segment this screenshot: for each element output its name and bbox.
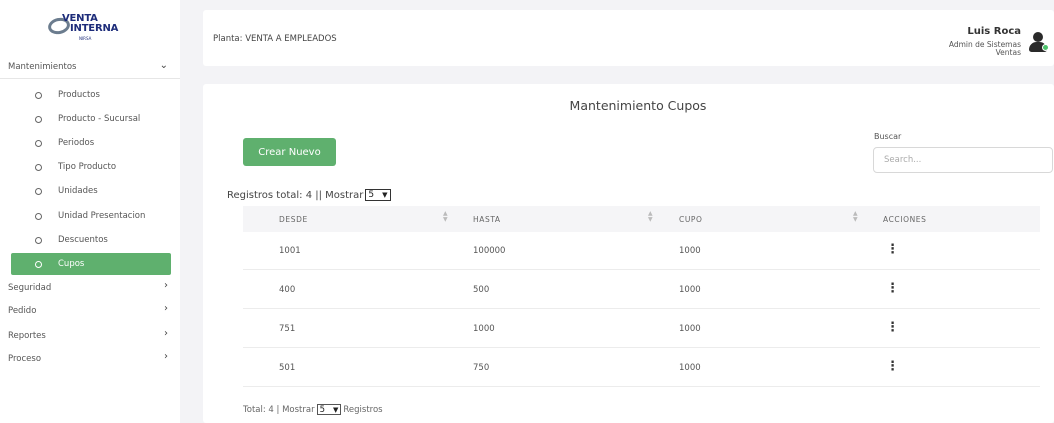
footer-total-text: Total: 4 | Mostrar	[243, 404, 315, 415]
footer-page-size-value: 5	[319, 404, 326, 415]
column-header-cupo[interactable]: CUPO	[679, 215, 703, 224]
sidebar-section-label: Reportes	[8, 331, 46, 341]
cell-cupo: 1000	[679, 363, 701, 373]
main-card: Mantenimiento Cupos Crear Nuevo Buscar R…	[203, 84, 1054, 423]
table-header: DESDE ▲ ▼ HASTA ▲ ▼ CUPO ▲ ▼ ACCIONES	[243, 206, 1040, 232]
app-logo[interactable]: VENTA INTERNA NIRSA	[46, 10, 126, 41]
records-summary: Registros total: 4 || Mostrar 5 ▼	[227, 189, 391, 201]
more-actions-icon[interactable]: ⋮	[886, 360, 899, 373]
sidebar-item-unidad-presentacion[interactable]: Unidad Presentacion	[11, 205, 171, 227]
sidebar-item-periodos[interactable]: Periodos	[11, 132, 171, 154]
cell-desde: 751	[279, 324, 296, 334]
sidebar-item-label: Producto - Sucursal	[58, 114, 141, 124]
cell-hasta: 100000	[473, 246, 506, 256]
chevron-down-icon: ▼	[382, 191, 388, 199]
page-size-value: 5	[368, 190, 375, 200]
top-bar: Planta: VENTA A EMPLEADOS Luis Roca Admi…	[203, 10, 1054, 66]
chevron-right-icon: ›	[164, 280, 168, 291]
sidebar-section-seguridad[interactable]: Seguridad ›	[0, 277, 180, 299]
chevron-right-icon: ›	[164, 351, 168, 362]
sidebar-section-mantenimientos[interactable]: Mantenimientos ⌄	[0, 56, 180, 78]
sidebar-section-label: Mantenimientos	[8, 62, 77, 72]
search-input[interactable]	[873, 147, 1053, 173]
chevron-right-icon: ›	[164, 303, 168, 314]
sidebar-item-label: Cupos	[58, 259, 85, 269]
circle-icon	[35, 187, 42, 195]
circle-icon	[35, 139, 42, 147]
avatar[interactable]	[1026, 30, 1050, 54]
column-header-hasta[interactable]: HASTA	[473, 215, 501, 224]
sidebar-item-label: Productos	[58, 90, 100, 100]
sidebar-divider	[0, 78, 180, 79]
chevron-right-icon: ›	[164, 328, 168, 339]
cell-hasta: 750	[473, 363, 490, 373]
circle-icon	[35, 91, 42, 99]
sidebar-item-producto-sucursal[interactable]: Producto - Sucursal	[11, 108, 171, 130]
more-actions-icon[interactable]: ⋮	[886, 282, 899, 295]
sidebar-section-label: Proceso	[8, 354, 42, 364]
cell-desde: 501	[279, 363, 296, 373]
sort-icon[interactable]: ▲ ▼	[648, 211, 653, 223]
sidebar-section-reportes[interactable]: Reportes ›	[0, 325, 180, 347]
sidebar-section-label: Pedido	[8, 306, 37, 316]
cell-hasta: 500	[473, 285, 490, 295]
table-row: 501 750 1000 ⋮	[243, 349, 1040, 387]
sidebar-item-productos[interactable]: Productos	[11, 84, 171, 106]
avatar-head	[1033, 32, 1043, 42]
footer-registros-text: Registros	[343, 404, 383, 415]
online-status-icon	[1042, 44, 1049, 51]
column-header-desde[interactable]: DESDE	[279, 215, 308, 224]
table-row: 400 500 1000 ⋮	[243, 271, 1040, 309]
create-new-button[interactable]: Crear Nuevo	[243, 138, 336, 166]
sort-icon[interactable]: ▲ ▼	[853, 211, 858, 223]
sidebar-section-label: Seguridad	[8, 283, 52, 293]
table-row: 751 1000 1000 ⋮	[243, 310, 1040, 348]
sidebar-item-descuentos[interactable]: Descuentos	[11, 229, 171, 251]
cell-desde: 1001	[279, 246, 301, 256]
sidebar-item-label: Descuentos	[58, 235, 108, 245]
circle-icon	[35, 115, 42, 123]
sidebar-item-label: Periodos	[58, 138, 95, 148]
circle-icon	[35, 212, 42, 220]
page-title: Mantenimiento Cupos	[569, 98, 707, 113]
table-row: 1001 100000 1000 ⋮	[243, 232, 1040, 270]
records-total-text: Registros total: 4 || Mostrar	[227, 189, 364, 201]
sidebar-item-label: Unidad Presentacion	[58, 211, 146, 221]
planta-label: Planta: VENTA A EMPLEADOS	[213, 34, 337, 44]
user-name: Luis Roca	[967, 26, 1021, 37]
logo-line3: NIRSA	[79, 36, 92, 41]
sidebar-section-proceso[interactable]: Proceso ›	[0, 348, 180, 370]
cell-cupo: 1000	[679, 324, 701, 334]
cell-hasta: 1000	[473, 324, 495, 334]
search-label: Buscar	[874, 132, 902, 141]
circle-icon	[35, 236, 42, 244]
sidebar: VENTA INTERNA NIRSA Mantenimientos ⌄ Pro…	[0, 0, 180, 423]
more-actions-icon[interactable]: ⋮	[886, 321, 899, 334]
chevron-down-icon: ▼	[333, 405, 339, 414]
sidebar-item-cupos[interactable]: Cupos	[11, 253, 171, 275]
user-dept: Ventas	[995, 48, 1021, 57]
sort-icon[interactable]: ▲ ▼	[443, 211, 448, 223]
sidebar-item-tipo-producto[interactable]: Tipo Producto	[11, 156, 171, 178]
column-header-acciones: ACCIONES	[883, 215, 927, 224]
sidebar-item-label: Tipo Producto	[58, 162, 117, 172]
circle-icon	[35, 260, 42, 268]
circle-icon	[35, 163, 42, 171]
more-actions-icon[interactable]: ⋮	[886, 243, 899, 256]
cell-cupo: 1000	[679, 285, 701, 295]
cell-desde: 400	[279, 285, 296, 295]
table-footer: Total: 4 | Mostrar 5 ▼ Registros	[243, 404, 383, 415]
footer-page-size-select[interactable]: 5 ▼	[316, 404, 342, 415]
sidebar-section-pedido[interactable]: Pedido ›	[0, 300, 180, 322]
cell-cupo: 1000	[679, 246, 701, 256]
sidebar-item-label: Unidades	[58, 186, 98, 196]
page-size-select[interactable]: 5 ▼	[365, 189, 391, 201]
logo-line2: INTERNA	[70, 23, 119, 34]
chevron-down-icon: ⌄	[159, 60, 168, 71]
sidebar-item-unidades[interactable]: Unidades	[11, 180, 171, 202]
